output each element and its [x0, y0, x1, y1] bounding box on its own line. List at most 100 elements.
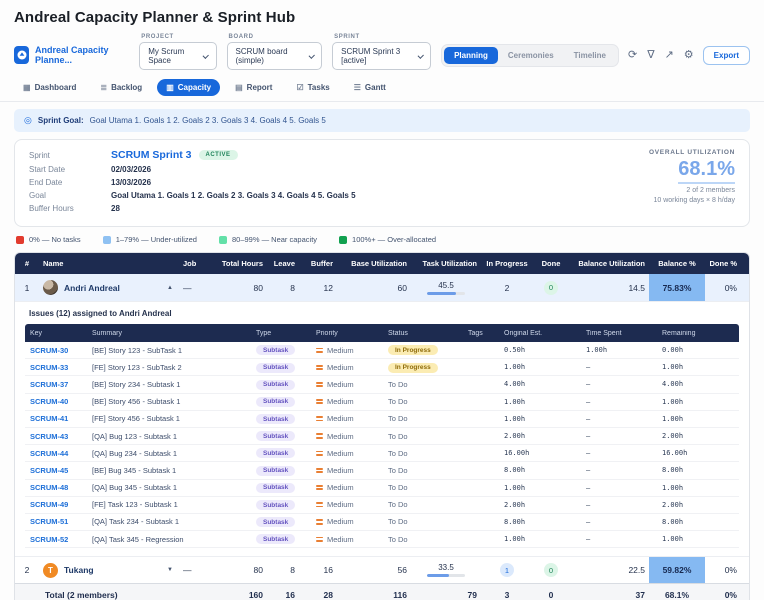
- legend-color-swatch: [219, 236, 227, 244]
- project-selector: PROJECT My Scrum Space: [139, 34, 216, 70]
- nav-tab-gantt[interactable]: ☰Gantt: [345, 79, 395, 96]
- base-utilization-total: 116: [337, 590, 411, 600]
- tab-planning[interactable]: Planning: [444, 47, 498, 64]
- remaining-cell: 16.00h: [657, 449, 729, 457]
- buffer-cell: 12: [299, 283, 337, 293]
- row-number: 2: [15, 565, 39, 575]
- sprint-select[interactable]: SCRUM Sprint 3 [active]: [332, 42, 431, 70]
- balance-percent-cell: 75.83%: [649, 274, 705, 301]
- project-select[interactable]: My Scrum Space: [139, 42, 216, 70]
- column-header-task-utilization: Task Utilization: [411, 259, 481, 268]
- issue-key-link[interactable]: SCRUM-40: [25, 397, 87, 406]
- status-label: To Do: [388, 483, 408, 492]
- tab-ceremonies[interactable]: Ceremonies: [498, 47, 564, 64]
- collapse-arrow-icon[interactable]: ▲: [167, 285, 175, 291]
- filter-icon[interactable]: ∇: [646, 50, 655, 61]
- subtask-type-badge: Subtask: [256, 534, 295, 544]
- project-selector-label: PROJECT: [141, 34, 216, 40]
- issue-key-link[interactable]: SCRUM-41: [25, 414, 87, 423]
- issue-key-link[interactable]: SCRUM-30: [25, 346, 87, 355]
- issue-key-link[interactable]: SCRUM-33: [25, 363, 87, 372]
- original-estimate-cell: 1.00h: [499, 415, 581, 423]
- status-label: To Do: [388, 449, 408, 458]
- trend-icon[interactable]: ↗: [664, 50, 675, 61]
- column-header-balance-: Balance %: [649, 259, 705, 268]
- issue-status-cell: To Do: [383, 397, 463, 406]
- priority-bar: [316, 420, 323, 422]
- priority-label: Medium: [327, 535, 354, 544]
- goal-row: Goal Goal Utama 1. Goals 1 2. Goals 2 3.…: [29, 191, 356, 200]
- nav-tab-tasks[interactable]: ☑Tasks: [287, 79, 338, 96]
- member-row-andri[interactable]: 1 Andri Andreal ▲ — 80 8 12 60 45.5 2 0 …: [15, 274, 749, 301]
- column-header-total-hours: Total Hours: [213, 259, 267, 268]
- sprint-select-value: SCRUM Sprint 3 [active]: [341, 47, 410, 65]
- priority-bar: [316, 433, 323, 435]
- issues-panel-title: Issues (12) assigned to Andri Andreal: [29, 309, 739, 318]
- nav-tab-report[interactable]: ▤Report: [226, 79, 281, 96]
- issue-type-cell: Subtask: [251, 482, 311, 493]
- original-estimate-cell: 1.00h: [499, 363, 581, 371]
- toolbar-right: Planning Ceremonies Timeline ⟳ ∇ ↗ ⚙ Exp…: [441, 44, 750, 70]
- export-button[interactable]: Export: [703, 46, 750, 65]
- issue-status-cell: To Do: [383, 414, 463, 423]
- issue-status-cell: To Do: [383, 449, 463, 458]
- priority-medium-icon: [316, 537, 323, 542]
- priority-medium-icon: [316, 451, 323, 456]
- buffer-cell: 16: [299, 565, 337, 575]
- balance-utilization-cell: 14.5: [569, 283, 649, 293]
- priority-label: Medium: [327, 517, 354, 526]
- expand-arrow-icon[interactable]: ▼: [167, 567, 175, 573]
- column-header-name: Name: [39, 259, 179, 268]
- done-percent-cell: 0%: [705, 565, 741, 575]
- subtask-type-badge: Subtask: [256, 414, 295, 424]
- issue-summary: [FE] Story 123 - SubTask 2: [87, 363, 251, 372]
- issue-type-cell: Subtask: [251, 379, 311, 390]
- members-table: #NameJobTotal HoursLeaveBufferBase Utili…: [14, 252, 750, 600]
- nav-tab-backlog[interactable]: ≣Backlog: [91, 79, 151, 96]
- done-percent-cell: 0%: [705, 283, 741, 293]
- refresh-icon[interactable]: ⟳: [627, 50, 638, 61]
- issue-key-link[interactable]: SCRUM-37: [25, 380, 87, 389]
- issue-key-link[interactable]: SCRUM-43: [25, 432, 87, 441]
- task-utilization-bar: [427, 292, 465, 295]
- issue-summary: [BE] Story 456 - Subtask 1: [87, 397, 251, 406]
- buffer-hours-row: Buffer Hours 28: [29, 204, 356, 213]
- board-select[interactable]: SCRUM board (simple): [227, 42, 323, 70]
- issue-key-link[interactable]: SCRUM-45: [25, 466, 87, 475]
- total-label: Total (2 members): [15, 590, 213, 600]
- sprint-name-link[interactable]: SCRUM Sprint 3: [111, 149, 192, 161]
- legend-text: 80–99% — Near capacity: [232, 235, 317, 244]
- issue-row: SCRUM-48[QA] Bug 345 - Subtask 1SubtaskM…: [25, 480, 739, 497]
- nav-tab-label: Backlog: [111, 83, 142, 92]
- issue-column-header-original-est-: Original Est.: [499, 330, 581, 337]
- original-estimate-cell: 1.00h: [499, 398, 581, 406]
- tab-timeline[interactable]: Timeline: [564, 47, 616, 64]
- nav-tab-label: Tasks: [308, 83, 330, 92]
- priority-medium-icon: [316, 382, 323, 387]
- nav-tab-dashboard[interactable]: ▦Dashboard: [14, 79, 85, 96]
- legend-item: 1–79% — Under-utilized: [103, 235, 197, 244]
- member-row-tukang[interactable]: 2 T Tukang ▼ — 80 8 16 56 33.5 1 0 22.5 …: [15, 556, 749, 583]
- issue-column-header-tags: Tags: [463, 330, 499, 337]
- issue-key-link[interactable]: SCRUM-51: [25, 517, 87, 526]
- settings-gear-icon[interactable]: ⚙: [683, 50, 695, 61]
- buffer-hours-label: Buffer Hours: [29, 204, 111, 213]
- issue-key-link[interactable]: SCRUM-49: [25, 500, 87, 509]
- column-header-done-: Done %: [705, 259, 741, 268]
- issue-row: SCRUM-45[BE] Bug 345 - Subtask 1SubtaskM…: [25, 462, 739, 479]
- remaining-cell: 1.00h: [657, 398, 729, 406]
- avatar: [43, 280, 58, 295]
- task-utilization-total: 79: [411, 590, 481, 600]
- app-brand[interactable]: Andreal Capacity Planne...: [14, 45, 129, 70]
- issue-key-link[interactable]: SCRUM-44: [25, 449, 87, 458]
- status-label: To Do: [388, 414, 408, 423]
- issue-key-link[interactable]: SCRUM-52: [25, 535, 87, 544]
- task-utilization-fill: [427, 574, 449, 577]
- in-progress-status-badge: In Progress: [388, 345, 438, 355]
- issue-priority-cell: Medium: [311, 483, 383, 492]
- subtask-type-badge: Subtask: [256, 500, 295, 510]
- nav-tab-capacity[interactable]: ▥Capacity: [157, 79, 220, 96]
- priority-bar: [316, 368, 323, 370]
- issue-key-link[interactable]: SCRUM-48: [25, 483, 87, 492]
- legend-text: 0% — No tasks: [29, 235, 81, 244]
